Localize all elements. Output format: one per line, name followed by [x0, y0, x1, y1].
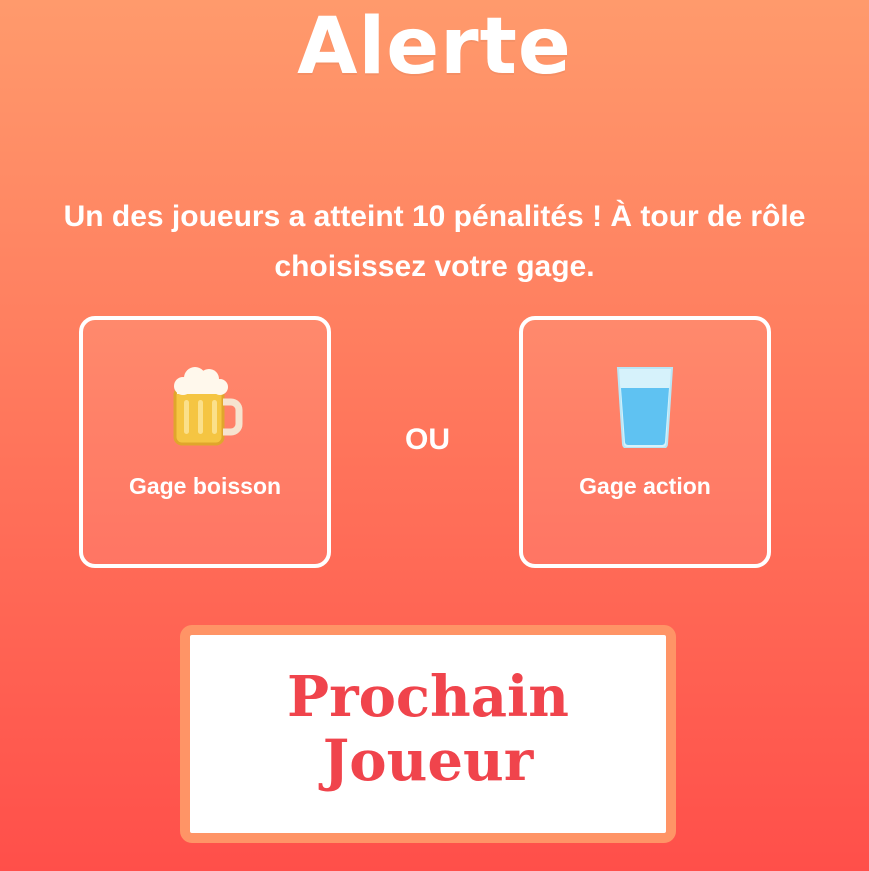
drink-penalty-card[interactable]: Gage boisson [79, 316, 331, 568]
next-player-label-line-2: Joueur [322, 728, 534, 794]
page-title: Alerte [297, 2, 572, 92]
action-penalty-label: Gage action [579, 473, 711, 499]
alert-message: Un des joueurs a atteint 10 pénalités ! … [0, 192, 869, 292]
or-separator: OU [405, 423, 450, 456]
water-glass-icon [616, 367, 674, 448]
alert-message-line-2: choisissez votre gage. [274, 250, 595, 283]
drink-penalty-label: Gage boisson [128, 473, 282, 499]
action-penalty-card[interactable]: Gage action [519, 316, 771, 568]
next-player-button[interactable]: Prochain Joueur [180, 625, 676, 843]
alert-message-line-1: Un des joueurs a atteint 10 pénalités ! … [63, 200, 806, 233]
next-player-label-line-1: Prochain [286, 664, 570, 730]
beer-mug-icon [173, 367, 243, 446]
next-player-label: Prochain Joueur [190, 665, 666, 793]
